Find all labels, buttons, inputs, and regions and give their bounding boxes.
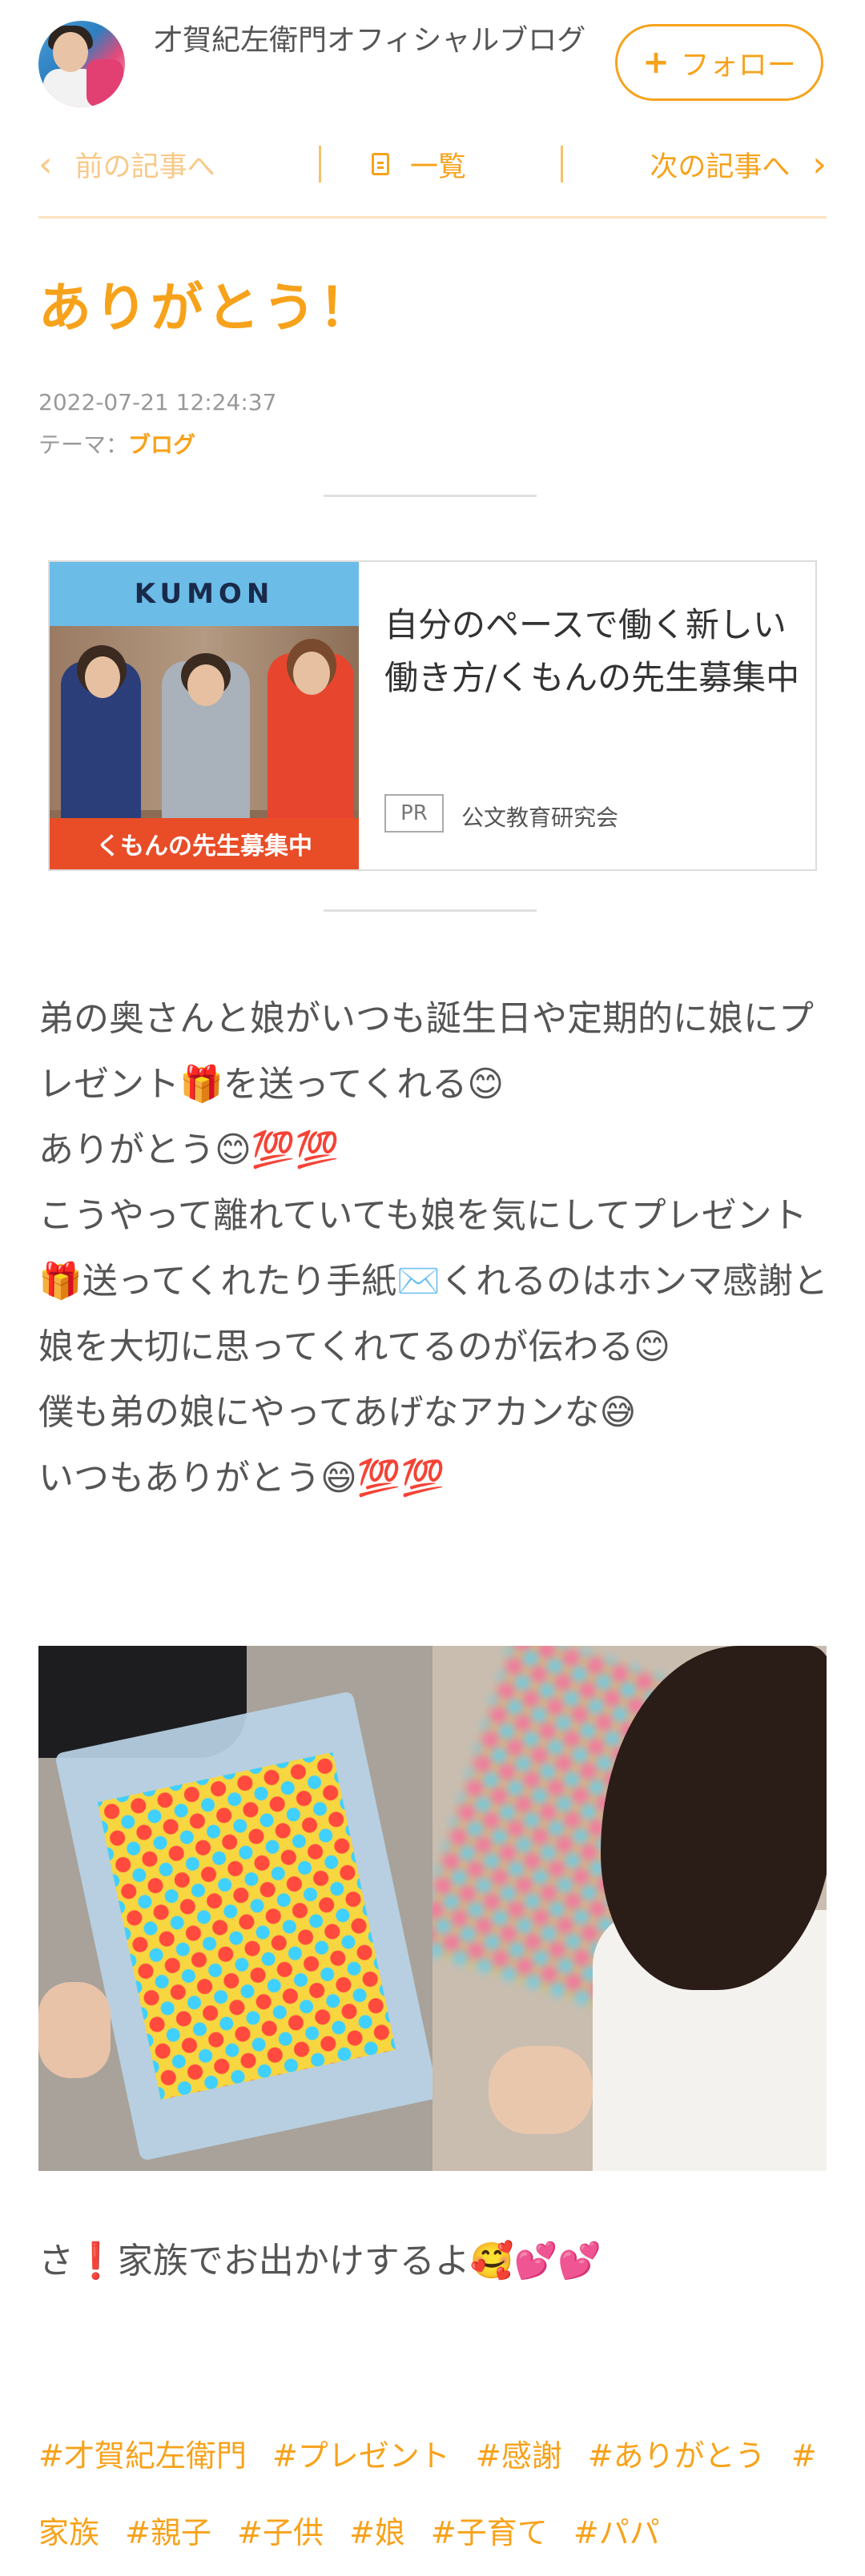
theme-link[interactable]: ブログ xyxy=(128,431,195,458)
divider xyxy=(38,216,827,219)
article-nav: ‹ 前の記事へ 一覧 次の記事へ › xyxy=(38,136,827,192)
next-article-link[interactable]: 次の記事へ › xyxy=(650,136,827,192)
hashtag-link[interactable]: #ありがとう xyxy=(588,2438,766,2474)
divider xyxy=(324,909,537,912)
article-theme: テーマ：ブログ xyxy=(38,427,195,459)
ad-sponsor: 公文教育研究会 xyxy=(461,804,619,831)
body-line: 僕も弟の娘にやってあげなアカンな😅 xyxy=(38,1392,637,1433)
list-label: 一覧 xyxy=(410,150,467,183)
body-line: ありがとう😊💯💯 xyxy=(38,1130,340,1170)
hashtag-link[interactable]: #パパ xyxy=(573,2515,660,2550)
theme-prefix: テーマ： xyxy=(38,431,129,458)
ad-image: KUMON くもんの先生募集中 xyxy=(50,562,359,869)
hashtag-link[interactable]: #親子 xyxy=(125,2515,211,2550)
next-label: 次の記事へ xyxy=(650,150,791,183)
prev-article-link[interactable]: ‹ 前の記事へ xyxy=(38,136,215,192)
photo-girl[interactable] xyxy=(432,1646,827,2171)
follow-button[interactable]: + フォロー xyxy=(615,24,823,101)
list-link[interactable]: 一覧 xyxy=(372,136,466,192)
pr-badge: PR xyxy=(384,794,444,833)
divider xyxy=(561,146,563,183)
hashtag-link[interactable]: #才賀紀左衛門 xyxy=(38,2438,247,2474)
ad-card[interactable]: KUMON くもんの先生募集中 自分のペースで働く新しい働き方/くもんの先生募集… xyxy=(48,560,817,871)
article-date: 2022-07-21 12:24:37 xyxy=(38,389,277,415)
hashtag-link[interactable]: #子供 xyxy=(237,2515,324,2550)
hashtag-link[interactable]: #感謝 xyxy=(476,2438,562,2474)
closing-text: さ❗️家族でお出かけするよ🥰💕💕 xyxy=(38,2241,602,2281)
ad-headline: 自分のペースで働く新しい働き方/くもんの先生募集中 xyxy=(384,605,800,697)
chevron-left-icon: ‹ xyxy=(38,143,53,185)
article-photos xyxy=(38,1646,827,2171)
avatar[interactable] xyxy=(38,21,125,107)
ad-banner: くもんの先生募集中 xyxy=(50,818,359,869)
blog-header: 才賀紀左衛門オフィシャルブログ + フォロー xyxy=(38,21,827,109)
hashtag-link[interactable]: #子育て xyxy=(431,2515,548,2550)
article-title: ありがとう！ xyxy=(38,277,375,339)
divider xyxy=(319,146,321,183)
hashtag-link[interactable]: #プレゼント xyxy=(272,2438,450,2474)
blog-title[interactable]: 才賀紀左衛門オフィシャルブログ xyxy=(154,21,602,61)
body-line: こうやって離れていても娘を気にしてプレゼント🎁送ってくれたり手紙✉️くれるのはホ… xyxy=(38,1195,829,1367)
divider xyxy=(324,495,537,497)
kumon-logo: KUMON xyxy=(134,578,275,610)
plus-icon: + xyxy=(642,44,670,81)
body-line: 弟の奥さんと娘がいつも誕生日や定期的に娘にプレゼント🎁を送ってくれる😊 xyxy=(38,998,814,1105)
page: 才賀紀左衛門オフィシャルブログ + フォロー ‹ 前の記事へ 一覧 次の記事へ … xyxy=(0,0,865,2576)
follow-label: フォロー xyxy=(680,49,796,82)
photo-toy-board[interactable] xyxy=(38,1646,432,2171)
body-line: いつもありがとう😄💯💯 xyxy=(38,1458,445,1499)
hashtags: #才賀紀左衛門 #プレゼント #感謝 #ありがとう #家族 #親子 #子供 #娘… xyxy=(38,2418,831,2571)
article-body: 弟の奥さんと娘がいつも誕生日や定期的に娘にプレゼント🎁を送ってくれる😊 ありがと… xyxy=(38,986,831,1511)
hashtag-link[interactable]: #娘 xyxy=(349,2515,405,2550)
chevron-right-icon: › xyxy=(812,143,827,185)
document-icon xyxy=(372,153,389,175)
prev-label: 前の記事へ xyxy=(74,150,215,183)
